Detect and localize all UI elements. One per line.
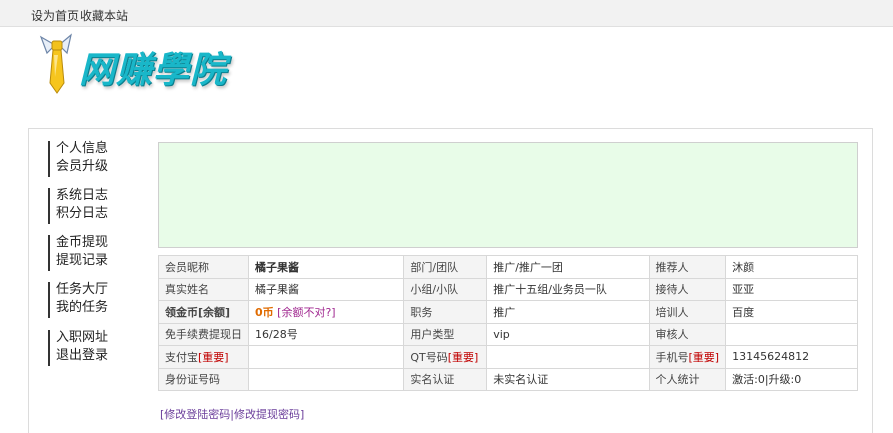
value-alipay [247, 345, 405, 369]
value-trainer: 百度 [725, 300, 858, 324]
table-row: 真实姓名 橘子果酱 小组/小队 推广十五组/业务员一队 接待人 亚亚 [158, 277, 858, 301]
menu-item-task-hall[interactable]: 任务大厅 [48, 282, 108, 300]
value-phone: 13145624812 [725, 345, 858, 369]
label-id-number: 身份证号码 [158, 367, 249, 391]
qt-label-text: QT号码 [410, 350, 448, 364]
menu-item-member-upgrade[interactable]: 会员升级 [48, 159, 108, 177]
value-referrer: 沐颜 [725, 255, 858, 279]
table-row: 会员昵称 橘子果酱 部门/团队 推广/推广一团 推荐人 沐颜 [158, 255, 858, 279]
value-qt-number [486, 345, 650, 369]
value-group: 推广十五组/业务员一队 [486, 277, 650, 301]
value-personal-stats: 激活:0|升级:0 [725, 367, 858, 391]
change-login-password-link[interactable]: [修改登陆密码 [160, 408, 230, 421]
label-real-name: 真实姓名 [158, 277, 249, 301]
balance-incorrect-link[interactable]: [余额不对?] [277, 306, 335, 319]
table-row: 支付宝[重要] QT号码[重要] 手机号[重要] 13145624812 [158, 345, 858, 369]
value-user-type: vip [486, 322, 650, 346]
bookmark-site-link[interactable]: 收藏本站 [80, 7, 128, 24]
notice-banner [158, 142, 858, 248]
label-reviewer: 审核人 [648, 322, 727, 346]
label-user-type: 用户类型 [403, 322, 488, 346]
label-fee-free-day: 免手续费提现日 [158, 322, 249, 346]
table-row: 身份证号码 实名认证 未实名认证 个人统计 激活:0|升级:0 [158, 367, 858, 391]
gold-balance-amount: 0币 [255, 305, 274, 319]
value-receptionist: 亚亚 [725, 277, 858, 301]
label-position: 职务 [403, 300, 488, 324]
table-row: 领金币[余额] 0币 [余额不对?] 职务 推广 培训人 百度 [158, 300, 858, 324]
label-referrer: 推荐人 [648, 255, 727, 279]
value-verification-link[interactable]: 未实名认证 [486, 367, 650, 391]
phone-important-badge: [重要] [688, 350, 720, 364]
top-bar: 设为首页 收藏本站 [0, 0, 893, 27]
table-row: 免手续费提现日 16/28号 用户类型 vip 审核人 [158, 322, 858, 346]
menu-item-personal-info[interactable]: 个人信息 [48, 141, 108, 159]
label-gold-balance: 领金币[余额] [158, 300, 249, 324]
menu-item-withdraw-records[interactable]: 提现记录 [48, 253, 108, 271]
site-logo[interactable]: 网赚學院 [37, 33, 267, 95]
menu-item-system-log[interactable]: 系统日志 [48, 188, 108, 206]
qt-important-badge: [重要] [447, 350, 479, 364]
alipay-important-badge: [重要] [198, 350, 229, 364]
menu-item-gold-withdraw[interactable]: 金币提现 [48, 235, 108, 253]
label-qt-number: QT号码[重要] [403, 345, 488, 369]
label-personal-stats: 个人统计 [648, 367, 727, 391]
value-gold-balance: 0币 [余额不对?] [247, 300, 405, 324]
change-withdraw-password-link[interactable]: 修改提现密码] [234, 408, 304, 421]
value-nickname: 橘子果酱 [247, 255, 405, 279]
logo-text: 网赚學院 [79, 49, 228, 91]
password-links: [修改登陆密码|修改提现密码] [160, 406, 304, 422]
value-fee-free-day: 16/28号 [247, 322, 405, 346]
label-phone: 手机号[重要] [648, 345, 727, 369]
label-alipay: 支付宝[重要] [158, 345, 249, 369]
phone-label-text: 手机号 [655, 350, 689, 364]
menu-item-onboarding-url[interactable]: 入职网址 [48, 330, 108, 348]
label-group: 小组/小队 [403, 277, 488, 301]
set-homepage-link[interactable]: 设为首页 [31, 7, 79, 24]
label-department: 部门/团队 [403, 255, 488, 279]
menu-item-logout[interactable]: 退出登录 [48, 348, 108, 366]
member-info-table: 会员昵称 橘子果酱 部门/团队 推广/推广一团 推荐人 沐颜 真实姓名 橘子果酱… [158, 255, 858, 391]
label-trainer: 培训人 [648, 300, 727, 324]
label-verification: 实名认证 [403, 367, 488, 391]
menu-item-points-log[interactable]: 积分日志 [48, 206, 108, 224]
value-real-name: 橘子果酱 [247, 277, 405, 301]
label-receptionist: 接待人 [648, 277, 727, 301]
alipay-label-text: 支付宝 [165, 350, 198, 364]
value-id-number [247, 367, 405, 391]
value-department: 推广/推广一团 [486, 255, 650, 279]
value-position: 推广 [486, 300, 650, 324]
necktie-icon [39, 33, 72, 94]
label-nickname: 会员昵称 [158, 255, 249, 279]
value-reviewer [725, 322, 858, 346]
menu-item-my-tasks[interactable]: 我的任务 [48, 300, 108, 318]
